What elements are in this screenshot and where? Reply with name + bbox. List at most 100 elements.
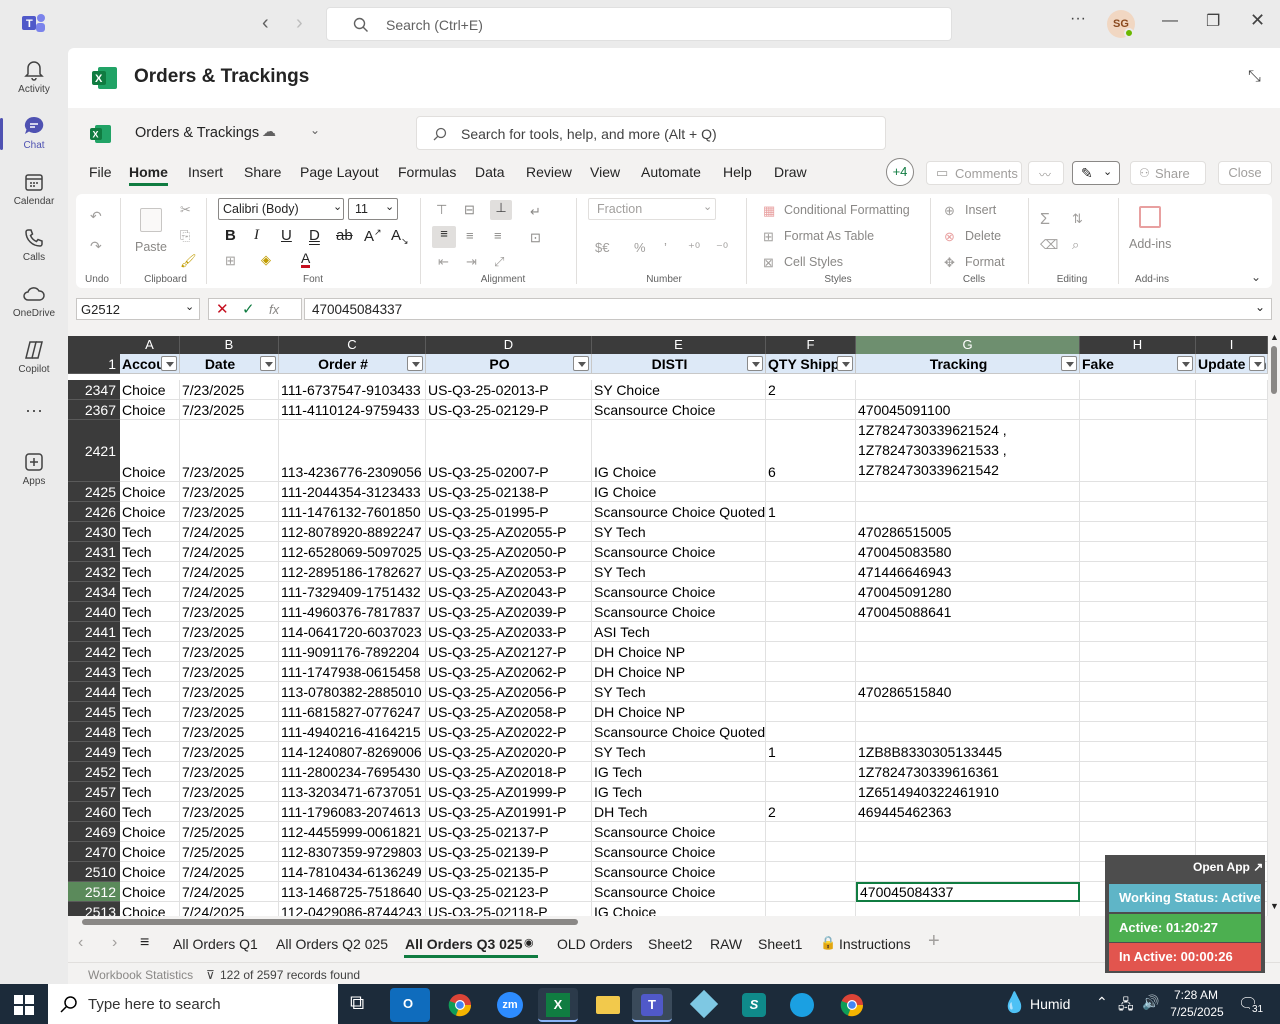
row-header[interactable]: 2448 (68, 722, 120, 742)
subscript-icon[interactable]: A↘ (391, 227, 409, 247)
table-cell[interactable]: Scansource Choice (592, 862, 766, 882)
table-cell[interactable] (766, 482, 856, 502)
table-cell[interactable]: 7/23/2025 (180, 682, 279, 702)
teams-search-input[interactable]: Search (Ctrl+E) (326, 7, 952, 41)
table-cell[interactable]: US-Q3-25-02138-P (426, 482, 592, 502)
sheet-tab-all-orders-q3[interactable]: All Orders Q3 025 ◉ (404, 930, 538, 958)
align-center-icon[interactable]: ≡ (466, 228, 474, 243)
rail-calendar[interactable]: Calendar (0, 164, 68, 216)
increase-decimal-icon[interactable]: ⁺⁰ (688, 240, 700, 256)
table-cell[interactable] (766, 682, 856, 702)
table-cell[interactable]: 7/23/2025 (180, 702, 279, 722)
chrome-app-icon[interactable] (440, 988, 480, 1022)
filter-dropdown-button[interactable] (1249, 356, 1265, 371)
table-cell[interactable] (856, 642, 1080, 662)
row-header[interactable]: 2367 (68, 400, 120, 420)
tab-draw[interactable]: Draw (774, 164, 807, 180)
table-cell[interactable] (856, 502, 1080, 522)
rail-copilot[interactable]: Copilot (0, 332, 68, 384)
ribbon-expand-icon[interactable]: ⌄ (1251, 270, 1261, 284)
table-cell[interactable]: 7/23/2025 (180, 802, 279, 822)
table-cell[interactable] (1080, 482, 1196, 502)
add-sheet-icon[interactable]: + (928, 930, 940, 953)
table-cell[interactable]: Choice (120, 882, 180, 902)
cell-styles-button[interactable]: Cell Styles (784, 255, 843, 269)
show-hidden-icons[interactable]: ⌃ (1096, 994, 1108, 1011)
row-header[interactable]: 2434 (68, 582, 120, 602)
row-header[interactable]: 2452 (68, 762, 120, 782)
workbook-name[interactable]: Orders & Trackings (135, 125, 259, 141)
copy-icon[interactable]: ⎘ (180, 228, 196, 244)
table-cell[interactable]: Choice (120, 400, 180, 420)
table-cell[interactable]: US-Q3-25-01995-P (426, 502, 592, 522)
table-cell[interactable]: US-Q3-25-02129-P (426, 400, 592, 420)
row-header[interactable]: 2431 (68, 542, 120, 562)
table-cell[interactable]: 111-6815827-0776247 (279, 702, 426, 722)
clock-time[interactable]: 7:28 AM (1170, 988, 1222, 1002)
row-header[interactable]: 2440 (68, 602, 120, 622)
table-cell[interactable]: 111-9091176-7892204 (279, 642, 426, 662)
column-header[interactable]: E (592, 336, 766, 354)
table-cell[interactable]: US-Q3-25-02007-P (426, 420, 592, 482)
table-cell[interactable]: 7/24/2025 (180, 902, 279, 916)
table-cell[interactable]: 7/24/2025 (180, 562, 279, 582)
table-cell[interactable]: 7/23/2025 (180, 762, 279, 782)
table-cell[interactable]: US-Q3-25-AZ02043-P (426, 582, 592, 602)
tab-insert[interactable]: Insert (188, 164, 223, 180)
table-cell[interactable]: SY Choice (592, 380, 766, 400)
chrome-profile-app-icon[interactable] (832, 988, 872, 1022)
table-cell[interactable]: 7/23/2025 (180, 502, 279, 522)
table-cell[interactable] (856, 482, 1080, 502)
catch-up-button[interactable]: 〰 (1028, 161, 1064, 185)
table-cell[interactable] (766, 642, 856, 662)
table-cell[interactable] (1080, 522, 1196, 542)
table-cell[interactable] (766, 582, 856, 602)
workbook-statistics-button[interactable]: Workbook Statistics (88, 968, 193, 982)
number-format-select[interactable]: Fraction ⌄ (588, 198, 716, 220)
table-cell[interactable]: US-Q3-25-02118-P (426, 902, 592, 916)
table-cell[interactable]: Tech (120, 762, 180, 782)
table-cell[interactable]: 114-1240807-8269006 (279, 742, 426, 762)
table-cell[interactable] (1080, 542, 1196, 562)
table-cell[interactable]: US-Q3-25-02013-P (426, 380, 592, 400)
table-cell[interactable]: Choice (120, 380, 180, 400)
table-cell[interactable]: 111-1747938-0615458 (279, 662, 426, 682)
horizontal-scrollbar[interactable] (68, 916, 1268, 928)
table-cell[interactable]: US-Q3-25-AZ02022-P (426, 722, 592, 742)
table-cell[interactable]: Tech (120, 702, 180, 722)
select-all-corner[interactable] (68, 336, 120, 354)
chevron-down-icon[interactable]: ⌄ (1255, 300, 1265, 314)
table-cell[interactable]: 2 (766, 380, 856, 400)
table-cell[interactable]: DH Choice NP (592, 702, 766, 722)
zoom-app-icon[interactable]: zm (490, 988, 530, 1022)
table-cell[interactable]: 7/23/2025 (180, 482, 279, 502)
table-cell[interactable] (856, 380, 1080, 400)
prev-sheet-icon[interactable]: ‹ (78, 934, 83, 952)
table-cell[interactable]: IG Choice (592, 902, 766, 916)
clock-date[interactable]: 7/25/2025 (1170, 1005, 1224, 1019)
minimize-icon[interactable]: — (1162, 12, 1178, 30)
scroll-thumb[interactable] (82, 919, 578, 925)
table-cell[interactable]: US-Q3-25-AZ01991-P (426, 802, 592, 822)
table-cell[interactable] (1080, 802, 1196, 822)
table-cell[interactable]: Tech (120, 722, 180, 742)
tell-me-search-input[interactable]: Search for tools, help, and more (Alt + … (416, 116, 886, 150)
filter-dropdown-button[interactable] (747, 356, 763, 371)
table-cell[interactable] (1080, 502, 1196, 522)
tab-review[interactable]: Review (526, 164, 572, 180)
table-cell[interactable]: 113-3203471-6737051 (279, 782, 426, 802)
next-sheet-icon[interactable]: › (112, 934, 117, 952)
table-cell[interactable] (1196, 742, 1268, 762)
table-cell[interactable] (1196, 522, 1268, 542)
table-cell[interactable] (766, 400, 856, 420)
table-cell[interactable]: 1 (766, 502, 856, 522)
excel-app-icon[interactable]: X (538, 988, 578, 1022)
decrease-indent-icon[interactable]: ⇤ (438, 254, 449, 270)
row-header[interactable]: 2449 (68, 742, 120, 762)
align-middle-icon[interactable]: ⊟ (464, 202, 475, 218)
table-cell[interactable]: Tech (120, 542, 180, 562)
underline-icon[interactable]: U (281, 227, 292, 244)
column-header[interactable]: F (766, 336, 856, 354)
all-sheets-icon[interactable]: ≡ (140, 934, 149, 952)
bold-icon[interactable]: B (225, 227, 236, 244)
